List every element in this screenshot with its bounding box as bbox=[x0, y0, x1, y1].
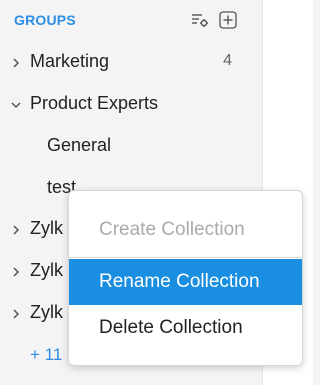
chevron-right-icon[interactable] bbox=[10, 265, 22, 277]
group-label: Zylk bbox=[30, 302, 63, 322]
chevron-right-icon[interactable] bbox=[10, 56, 22, 68]
add-square-icon[interactable] bbox=[219, 11, 237, 29]
menu-item-delete-collection[interactable]: Delete Collection bbox=[69, 305, 302, 351]
collection-context-menu: Create Collection Rename Collection Dele… bbox=[68, 190, 303, 366]
group-label: Product Experts bbox=[30, 93, 159, 113]
menu-divider bbox=[69, 257, 302, 258]
chevron-right-icon[interactable] bbox=[10, 307, 22, 319]
menu-item-label: Create Collection bbox=[99, 219, 245, 240]
group-label: Zylk bbox=[30, 218, 63, 238]
more-groups-link[interactable]: + 11 bbox=[30, 345, 62, 365]
groups-title: GROUPS bbox=[14, 12, 76, 28]
groups-header: GROUPS bbox=[0, 0, 262, 40]
group-count: 4 bbox=[223, 52, 232, 69]
sort-settings-icon[interactable] bbox=[191, 11, 209, 29]
group-item-product-experts[interactable]: Product Experts bbox=[0, 83, 262, 125]
group-label: Zylk bbox=[30, 260, 63, 280]
menu-item-label: Rename Collection bbox=[99, 271, 260, 292]
menu-item-create-collection: Create Collection bbox=[69, 207, 302, 253]
group-item-marketing[interactable]: Marketing 4 bbox=[0, 41, 262, 83]
menu-item-rename-collection[interactable]: Rename Collection bbox=[69, 259, 302, 305]
collection-item-general[interactable]: General bbox=[0, 125, 262, 167]
chevron-right-icon[interactable] bbox=[10, 223, 22, 235]
chevron-down-icon[interactable] bbox=[10, 98, 22, 110]
menu-item-label: Delete Collection bbox=[99, 317, 243, 338]
group-label: Marketing bbox=[30, 51, 110, 71]
collection-label: General bbox=[47, 135, 112, 155]
